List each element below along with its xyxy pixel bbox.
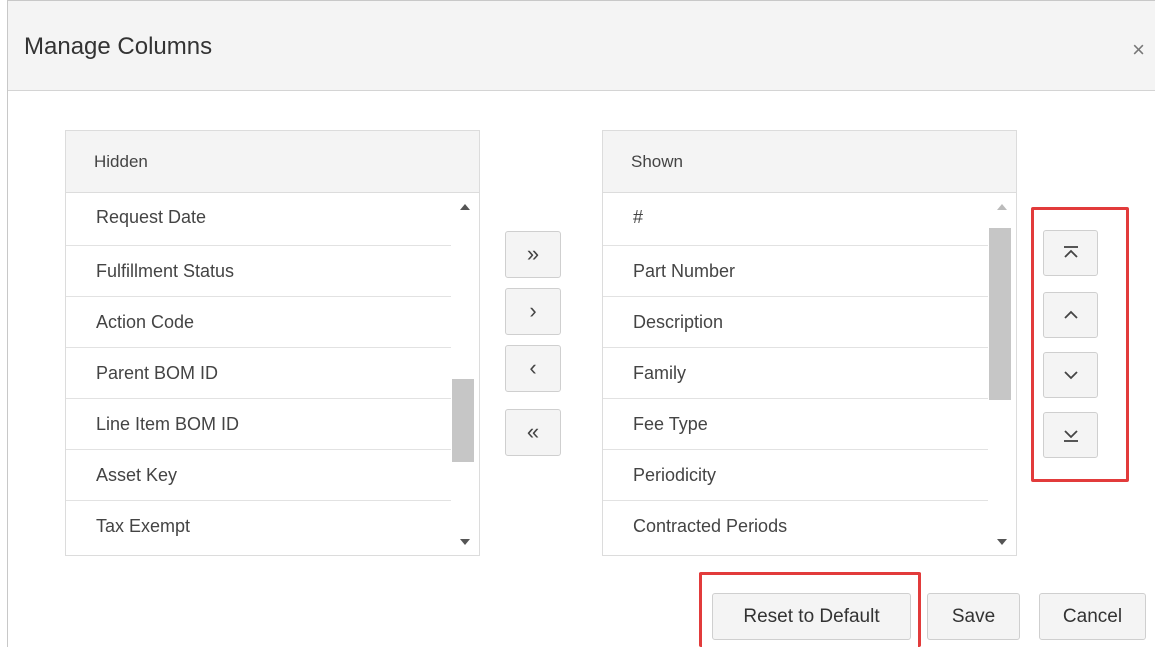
shown-scrollbar[interactable] xyxy=(988,193,1016,555)
cancel-button[interactable]: Cancel xyxy=(1039,593,1146,640)
save-button[interactable]: Save xyxy=(927,593,1020,640)
shown-item[interactable]: Contracted Periods xyxy=(603,501,988,552)
shown-columns-panel: Shown # Part Number Description Family F… xyxy=(602,130,1017,556)
shown-item[interactable]: Part Number xyxy=(603,246,988,297)
scroll-up-icon[interactable] xyxy=(997,204,1007,210)
hidden-list: Request Date Fulfillment Status Action C… xyxy=(66,193,451,552)
scroll-thumb[interactable] xyxy=(989,228,1011,400)
scroll-down-icon[interactable] xyxy=(997,539,1007,545)
reorder-buttons-highlight xyxy=(1031,207,1129,482)
move-right-button[interactable]: › xyxy=(505,288,561,335)
dialog-title: Manage Columns xyxy=(24,33,213,60)
hidden-item[interactable]: Asset Key xyxy=(66,450,451,501)
scroll-up-icon[interactable] xyxy=(460,204,470,210)
close-icon[interactable]: × xyxy=(1132,39,1145,61)
hidden-item[interactable]: Parent BOM ID xyxy=(66,348,451,399)
hidden-item[interactable]: Action Code xyxy=(66,297,451,348)
shown-item[interactable]: Description xyxy=(603,297,988,348)
hidden-panel-header: Hidden xyxy=(66,131,479,193)
hidden-item[interactable]: Fulfillment Status xyxy=(66,246,451,297)
hidden-item[interactable]: Request Date xyxy=(66,193,451,246)
hidden-scrollbar[interactable] xyxy=(451,193,479,555)
reset-to-default-button[interactable]: Reset to Default xyxy=(712,593,911,640)
scroll-thumb[interactable] xyxy=(452,379,474,462)
shown-list: # Part Number Description Family Fee Typ… xyxy=(603,193,988,552)
move-all-left-button[interactable]: « xyxy=(505,409,561,456)
shown-item[interactable]: Family xyxy=(603,348,988,399)
shown-panel-header: Shown xyxy=(603,131,1016,193)
hidden-columns-panel: Hidden Request Date Fulfillment Status A… xyxy=(65,130,480,556)
shown-item[interactable]: # xyxy=(603,193,988,246)
shown-item[interactable]: Periodicity xyxy=(603,450,988,501)
move-all-right-button[interactable]: » xyxy=(505,231,561,278)
move-left-button[interactable]: ‹ xyxy=(505,345,561,392)
hidden-item[interactable]: Line Item BOM ID xyxy=(66,399,451,450)
shown-item[interactable]: Fee Type xyxy=(603,399,988,450)
scroll-down-icon[interactable] xyxy=(460,539,470,545)
hidden-item[interactable]: Tax Exempt xyxy=(66,501,451,552)
dialog-header: Manage Columns × xyxy=(8,1,1155,91)
